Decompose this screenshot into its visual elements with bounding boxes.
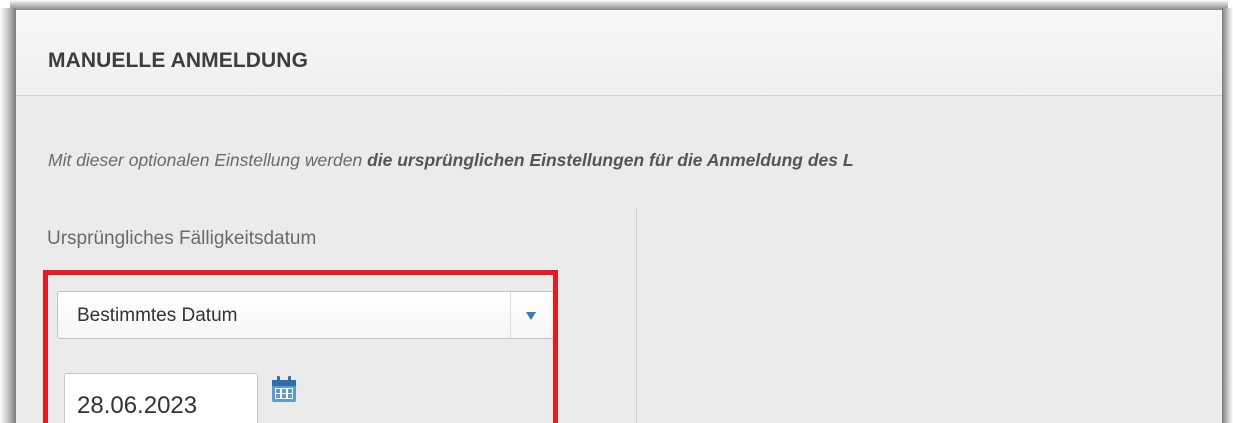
panel-title: MANUELLE ANMELDUNG	[48, 49, 309, 72]
frame-shadow-top	[10, 0, 1228, 10]
frame-shadow-right	[1222, 8, 1233, 423]
frame-shadow-left	[0, 8, 16, 423]
manual-enrollment-panel: MANUELLE ANMELDUNG Mit dieser optionalen…	[16, 10, 1222, 423]
intro-text: Mit dieser optionalen Einstellung werden…	[48, 150, 854, 171]
panel-header: MANUELLE ANMELDUNG	[16, 10, 1222, 96]
screenshot-frame: MANUELLE ANMELDUNG Mit dieser optionalen…	[0, 0, 1233, 423]
highlight-annotation-box	[43, 270, 558, 423]
due-date-label: Ursprüngliches Fälligkeitsdatum	[47, 228, 317, 249]
column-divider	[636, 208, 637, 423]
intro-text-light: Mit dieser optionalen Einstellung werden	[48, 150, 368, 170]
intro-text-bold: die ursprünglichen Einstellungen für die…	[367, 150, 854, 170]
